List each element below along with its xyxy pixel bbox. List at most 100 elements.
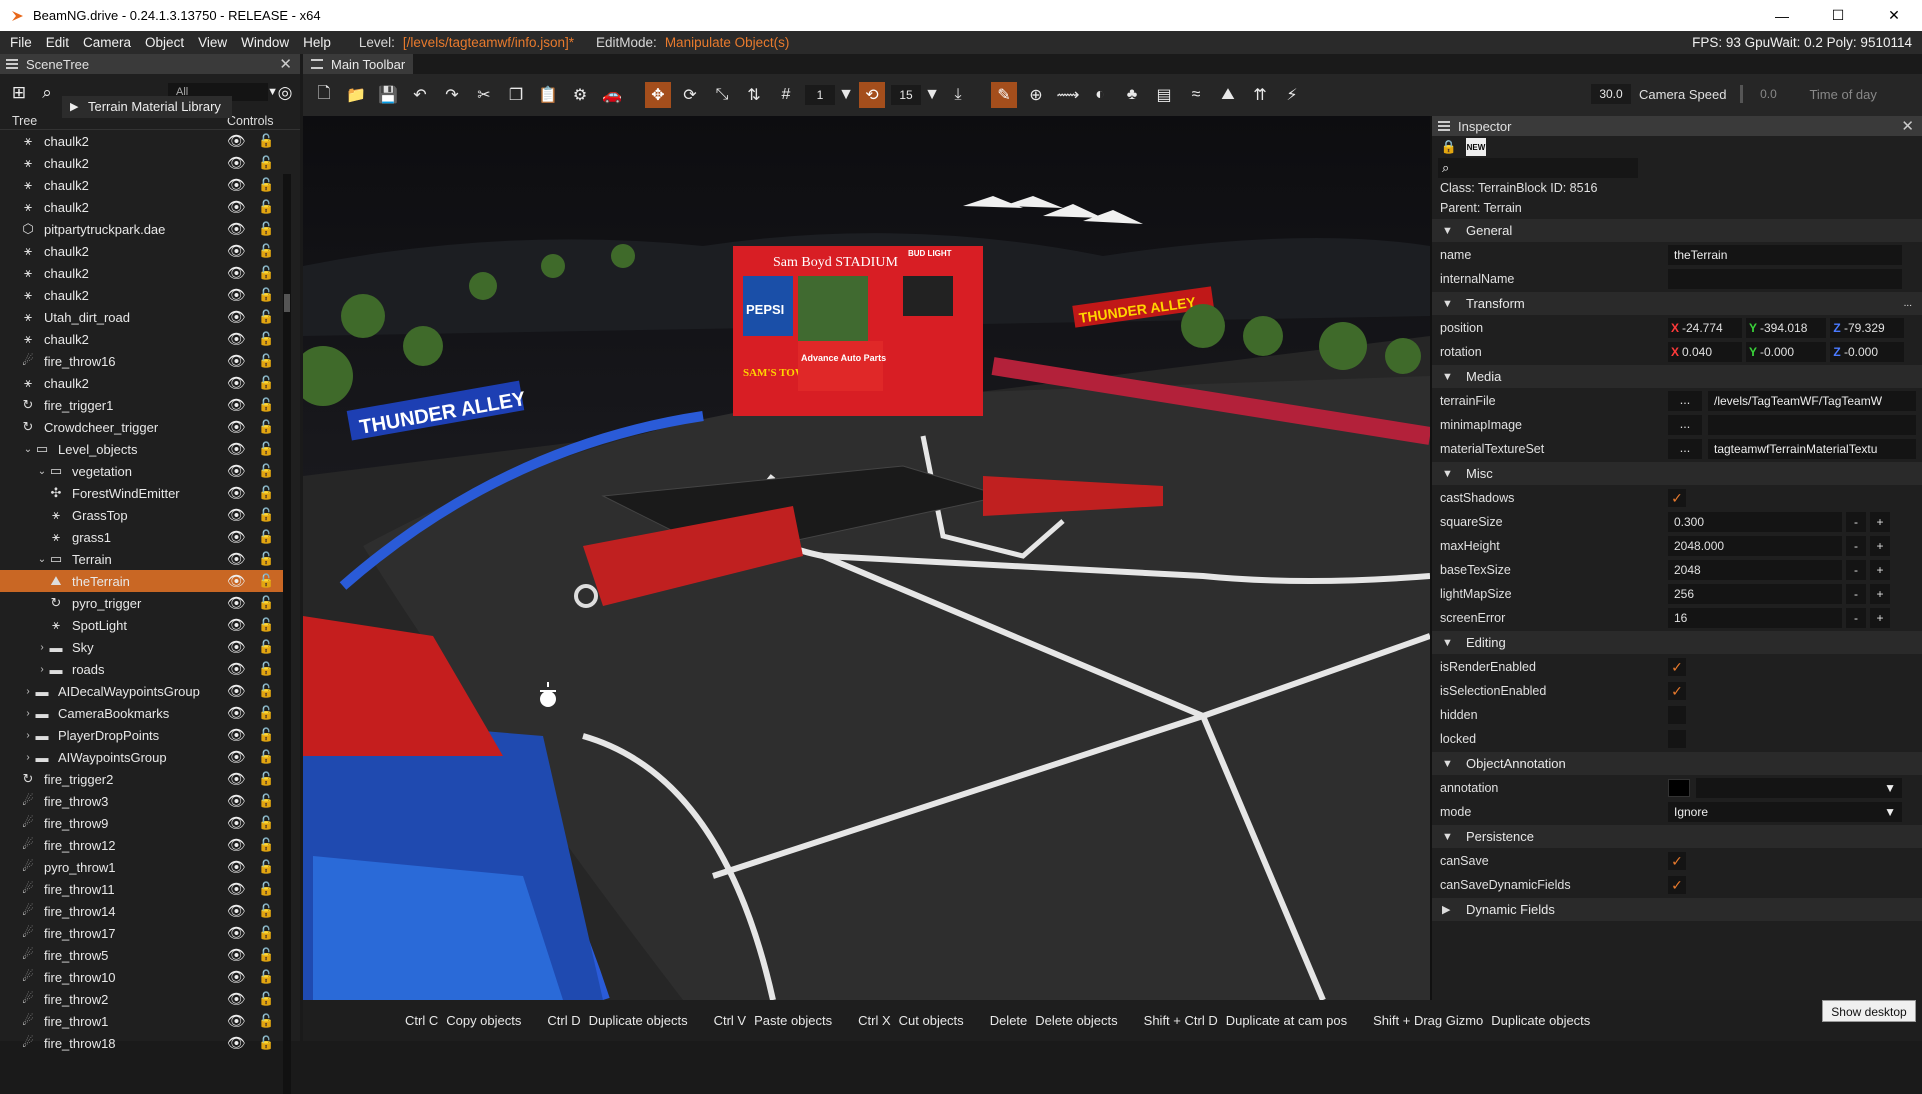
camera-speed-input[interactable]: 30.0 — [1591, 84, 1631, 104]
tree-row[interactable]: › ▬ AIDecalWaypointsGroup 👁 🔓 — [0, 680, 283, 702]
decrement-button[interactable]: - — [1846, 512, 1866, 532]
browse-button[interactable]: ... — [1668, 439, 1702, 459]
tree-row[interactable]: ☄ fire_throw1 👁 🔓 — [0, 1010, 283, 1032]
tree-row[interactable]: ⚹ GrassTop 👁 🔓 — [0, 504, 283, 526]
section-editing[interactable]: ▼ Editing — [1432, 631, 1922, 654]
visibility-eye-icon[interactable]: 👁 — [227, 792, 246, 810]
tree-row[interactable]: ⌄ ▭ vegetation 👁 🔓 — [0, 460, 283, 482]
lock-icon[interactable]: 🔓 — [258, 221, 274, 237]
decal-road-icon[interactable]: ⟿ — [1055, 82, 1081, 108]
maximize-button[interactable]: ☐ — [1810, 0, 1866, 31]
lock-icon[interactable]: 🔓 — [258, 529, 274, 545]
lock-icon[interactable]: 🔓 — [258, 683, 274, 699]
scale-gizmo-icon[interactable]: ⤡ — [709, 82, 735, 108]
lock-icon[interactable]: 🔓 — [258, 177, 274, 193]
tree-row[interactable]: ☄ fire_throw10 👁 🔓 — [0, 966, 283, 988]
minimap-input[interactable] — [1708, 415, 1916, 435]
visibility-eye-icon[interactable]: 👁 — [227, 704, 246, 722]
new-file-icon[interactable]: 🗋 — [311, 82, 337, 108]
expand-arrow-icon[interactable]: ⌄ — [36, 554, 48, 565]
castshadows-checkbox[interactable]: ✓ — [1668, 489, 1686, 507]
visibility-eye-icon[interactable]: 👁 — [227, 638, 246, 656]
search-icon[interactable]: ⌕ — [36, 82, 58, 104]
lock-icon[interactable]: 🔓 — [258, 661, 274, 677]
tree-row[interactable]: ⚹ grass1 👁 🔓 — [0, 526, 283, 548]
lock-icon[interactable]: 🔓 — [258, 397, 274, 413]
open-folder-icon[interactable]: 📁 — [343, 82, 369, 108]
lock-icon[interactable]: 🔓 — [258, 925, 274, 941]
tree-row[interactable]: ↻ fire_trigger1 👁 🔓 — [0, 394, 283, 416]
visibility-eye-icon[interactable]: 👁 — [227, 924, 246, 942]
annotation-color-swatch[interactable] — [1668, 779, 1690, 797]
tree-row[interactable]: ⚹ SpotLight 👁 🔓 — [0, 614, 283, 636]
tree-row[interactable]: ☄ fire_throw11 👁 🔓 — [0, 878, 283, 900]
expand-arrow-icon[interactable]: › — [22, 752, 34, 763]
name-input[interactable]: theTerrain — [1668, 245, 1902, 265]
add-group-icon[interactable]: ⊞ — [8, 82, 30, 104]
panel-menu-icon[interactable] — [311, 59, 323, 69]
lock-icon[interactable]: 🔓 — [258, 463, 274, 479]
tree-row[interactable]: ↻ fire_trigger2 👁 🔓 — [0, 768, 283, 790]
lock-icon[interactable]: 🔓 — [258, 551, 274, 567]
increment-button[interactable]: + — [1870, 512, 1890, 532]
visibility-eye-icon[interactable]: 👁 — [227, 880, 246, 898]
show-desktop-button[interactable]: Show desktop — [1822, 1000, 1916, 1022]
tree-row[interactable]: › ▬ Sky 👁 🔓 — [0, 636, 283, 658]
lock-icon[interactable]: 🔓 — [258, 155, 274, 171]
tree-row[interactable]: ☄ pyro_throw1 👁 🔓 — [0, 856, 283, 878]
tree-row[interactable]: ☄ fire_throw3 👁 🔓 — [0, 790, 283, 812]
rotation-snap-value[interactable]: 15 — [891, 85, 921, 105]
menu-view[interactable]: View — [198, 35, 227, 50]
tree-row[interactable]: ↻ pyro_trigger 👁 🔓 — [0, 592, 283, 614]
annotation-dropdown[interactable]: ▼ — [1696, 778, 1902, 798]
tree-row[interactable]: ⚹ chaulk2 👁 🔓 — [0, 240, 283, 262]
rotation-x-input[interactable]: X 0.040 — [1668, 342, 1742, 362]
visibility-eye-icon[interactable]: 👁 — [227, 770, 246, 788]
visibility-eye-icon[interactable]: 👁 — [227, 440, 246, 458]
scrollbar-thumb[interactable] — [284, 294, 290, 312]
lock-icon[interactable]: 🔓 — [258, 133, 274, 149]
visibility-eye-icon[interactable]: 👁 — [227, 198, 246, 216]
close-icon[interactable]: ✕ — [279, 55, 292, 73]
visibility-eye-icon[interactable]: 👁 — [227, 374, 246, 392]
tree-row[interactable]: ☄ fire_throw14 👁 🔓 — [0, 900, 283, 922]
visibility-eye-icon[interactable]: 👁 — [227, 220, 246, 238]
tree-row[interactable]: ☄ fire_throw18 👁 🔓 — [0, 1032, 283, 1054]
lock-icon[interactable]: 🔓 — [258, 573, 274, 589]
section-misc[interactable]: ▼ Misc — [1432, 462, 1922, 485]
decrement-button[interactable]: - — [1846, 560, 1866, 580]
grid-snap-value[interactable]: 1 — [805, 85, 835, 105]
section-dynamic-fields[interactable]: ▶ Dynamic Fields — [1432, 898, 1922, 921]
internalname-input[interactable] — [1668, 269, 1902, 289]
lock-icon[interactable]: 🔓 — [258, 793, 274, 809]
visibility-eye-icon[interactable]: 👁 — [227, 572, 246, 590]
rotate-gizmo-icon[interactable]: ⟳ — [677, 82, 703, 108]
section-general[interactable]: ▼ General — [1432, 219, 1922, 242]
visibility-eye-icon[interactable]: 👁 — [227, 242, 246, 260]
decrement-button[interactable]: - — [1846, 584, 1866, 604]
visibility-eye-icon[interactable]: 👁 — [227, 682, 246, 700]
section-transform[interactable]: ▼ Transform... — [1432, 292, 1922, 315]
expand-arrow-icon[interactable]: › — [36, 642, 48, 653]
paste-icon[interactable]: 📋 — [535, 82, 561, 108]
increment-button[interactable]: + — [1870, 560, 1890, 580]
visibility-eye-icon[interactable]: 👁 — [227, 814, 246, 832]
chevron-down-icon[interactable]: ▼ — [838, 82, 854, 108]
panel-menu-icon[interactable] — [6, 59, 18, 69]
lock-icon[interactable]: 🔓 — [258, 815, 274, 831]
lock-icon[interactable]: 🔓 — [258, 265, 274, 281]
chevron-down-icon[interactable]: ▼ — [924, 82, 940, 108]
navmesh-icon[interactable]: ⚡ — [1279, 82, 1305, 108]
lock-icon[interactable]: 🔓 — [258, 485, 274, 501]
time-of-day-value[interactable]: 0.0 — [1743, 84, 1793, 104]
lock-icon[interactable]: 🔓 — [258, 441, 274, 457]
materialtextureset-input[interactable]: tagteamwfTerrainMaterialTextu — [1708, 439, 1916, 459]
tree-row[interactable]: ⚹ chaulk2 👁 🔓 — [0, 196, 283, 218]
section-media[interactable]: ▼ Media — [1432, 365, 1922, 388]
lightmapsize-input[interactable]: 256 — [1668, 584, 1842, 604]
settings-icon[interactable]: ⚙ — [567, 82, 593, 108]
mesh-road-icon[interactable]: ▤ — [1151, 82, 1177, 108]
cansavedynamicfields-checkbox[interactable]: ✓ — [1668, 876, 1686, 894]
browse-button[interactable]: ... — [1668, 391, 1702, 411]
create-object-icon[interactable]: ⊕ — [1023, 82, 1049, 108]
